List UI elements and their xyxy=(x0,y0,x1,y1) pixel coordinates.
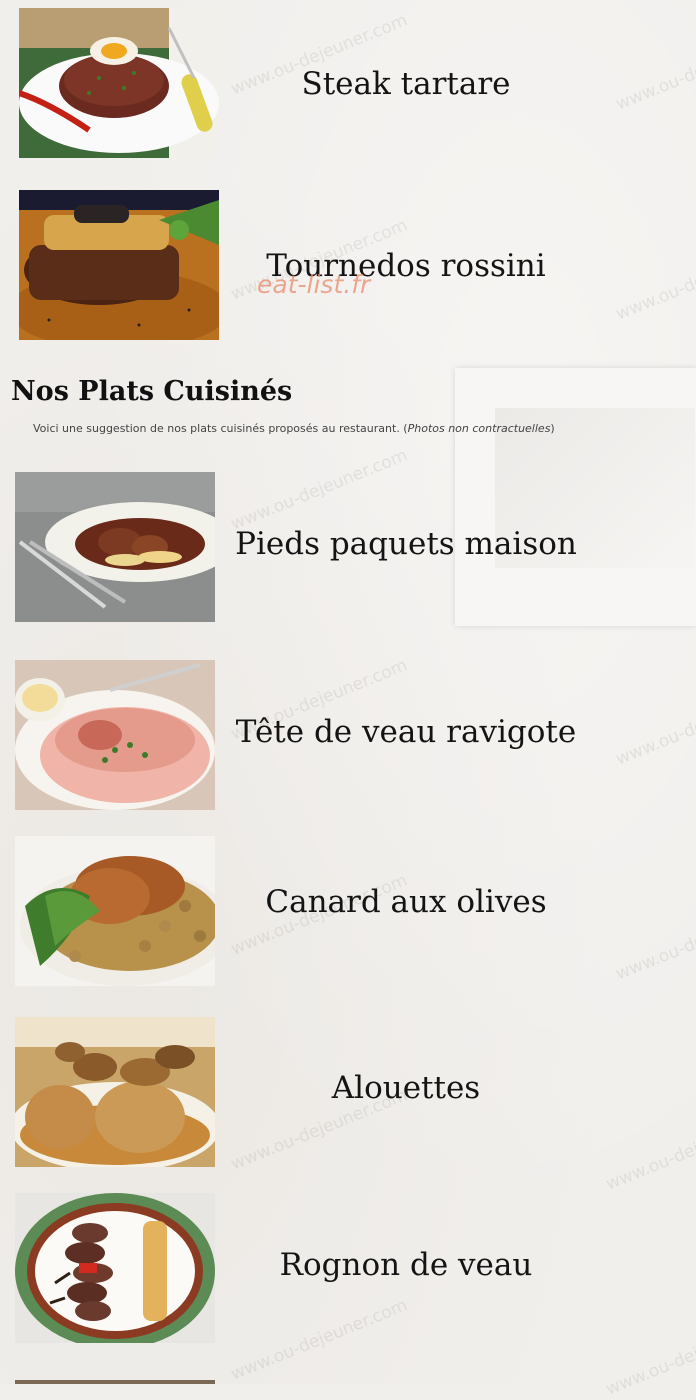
canard-aux-olives-photo[interactable] xyxy=(15,836,215,986)
dish-name: Alouettes xyxy=(331,1070,481,1106)
dish-name: Pieds paquets maison xyxy=(235,526,577,562)
pieds-paquets-photo[interactable] xyxy=(15,472,215,622)
dish-name: Canard aux olives xyxy=(265,884,547,920)
next-dish-photo-partial xyxy=(15,1380,215,1384)
eat-list-watermark: eat-list.fr xyxy=(257,270,371,299)
section-subtitle: Voici une suggestion de nos plats cuisin… xyxy=(33,422,555,435)
tournedos-rossini-photo[interactable] xyxy=(19,190,219,340)
dish-name: Steak tartare xyxy=(301,66,511,102)
rognon-de-veau-photo[interactable] xyxy=(15,1193,215,1343)
subtitle-note: Photos non contractuelles xyxy=(407,422,551,435)
decorative-photo-panel xyxy=(455,368,696,626)
tete-de-veau-photo[interactable] xyxy=(15,660,215,810)
section-title: Nos Plats Cuisinés xyxy=(11,376,293,407)
alouettes-photo[interactable] xyxy=(15,1017,215,1167)
dish-name: Tête de veau ravigote xyxy=(235,714,577,750)
steak-tartare-photo[interactable] xyxy=(19,8,219,158)
dish-name: Rognon de veau xyxy=(279,1247,533,1283)
